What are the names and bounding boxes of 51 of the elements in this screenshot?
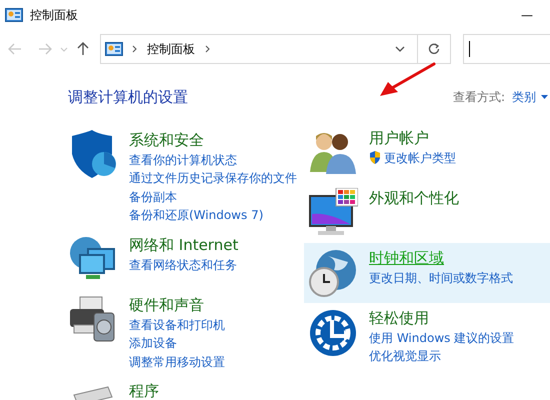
category-tile[interactable]: 程序 [60,376,304,400]
accessibility-icon [308,308,358,358]
category-title[interactable]: 程序 [129,381,159,400]
refresh-icon [428,43,440,55]
control-panel-icon [105,42,123,56]
chevron-down-icon[interactable] [395,46,405,52]
minimize-button[interactable]: — [504,0,550,30]
search-field[interactable] [463,34,550,64]
page-heading: 调整计算机的设置 [68,87,188,108]
category-tile[interactable]: 时钟和区域 更改日期、时间或数字格式 [304,242,550,302]
control-panel-icon [5,8,23,22]
category-tile[interactable]: 外观和个性化 [304,182,550,242]
forward-icon[interactable] [38,43,52,55]
caret-icon [541,95,548,100]
category-link[interactable]: 更改帐户类型 [384,148,456,167]
category-link[interactable]: 优化视觉显示 [369,347,441,366]
view-by-dropdown[interactable]: 类别 [512,88,548,106]
globe-clock-icon [308,248,358,298]
category-link[interactable]: 更改日期、时间或数字格式 [369,268,513,287]
shield-icon [369,151,381,164]
breadcrumb-item[interactable]: 控制面板 [147,40,195,58]
category-link[interactable]: 添加设备 [129,334,177,352]
category-title[interactable]: 系统和安全 [129,130,297,150]
chevron-right-icon [132,45,137,53]
refresh-button[interactable] [418,34,451,64]
category-title[interactable]: 硬件和声音 [129,294,225,316]
category-title[interactable]: 用户帐户 [369,128,456,148]
category-tile[interactable]: 硬件和声音 查看设备和打印机 添加设备 调整常用移动设置 [60,290,304,376]
monitor-icon [308,188,358,238]
window-title: 控制面板 [30,7,78,24]
up-arrow-icon[interactable] [77,42,89,56]
back-icon[interactable] [8,43,22,55]
address-bar[interactable]: 控制面板 [100,34,418,64]
category-link[interactable]: 调整常用移动设置 [129,352,225,371]
category-tile[interactable]: 用户帐户 更改帐户类型 [304,122,550,182]
category-tile[interactable]: 系统和安全 查看你的计算机状态 通过文件历史记录保存你的文件 备份副本 备份和还原(Windows 7) [60,124,304,230]
category-title[interactable]: 外观和个性化 [369,188,459,208]
category-link[interactable]: 使用 Windows 建议的设置 [369,328,514,347]
annotation-arrow [378,62,436,98]
category-tile[interactable]: 轻松使用 使用 Windows 建议的设置 优化视觉显示 [304,302,550,370]
category-tile[interactable]: 网络和 Internet 查看网络状态和任务 [60,230,304,290]
category-title[interactable]: 轻松使用 [369,308,514,328]
category-link[interactable]: 查看网络状态和任务 [129,256,237,274]
view-by-label: 查看方式: [452,89,505,106]
category-link[interactable]: 备份副本 [129,188,177,206]
category-link[interactable]: 查看你的计算机状态 [129,150,237,169]
category-link[interactable]: 备份和还原(Windows 7) [129,206,264,224]
category-title[interactable]: 网络和 Internet [129,234,238,256]
category-link[interactable]: 通过文件历史记录保存你的文件 [129,169,297,188]
chevron-right-icon [205,45,210,53]
category-link[interactable]: 查看设备和打印机 [129,316,225,334]
